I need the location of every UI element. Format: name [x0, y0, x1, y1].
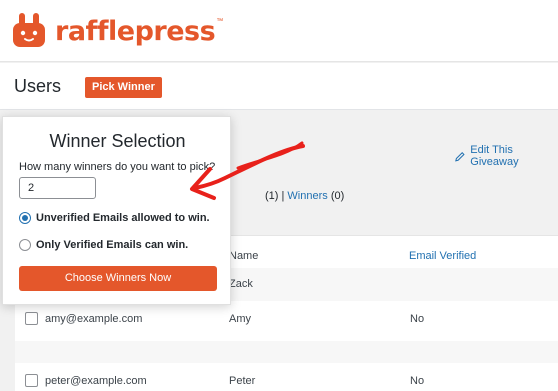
- brand-trademark: ™: [216, 18, 224, 25]
- radio-button[interactable]: [19, 239, 31, 251]
- unverified-allowed-option[interactable]: Unverified Emails allowed to win.: [19, 212, 210, 224]
- user-name: Peter: [229, 375, 256, 387]
- row-checkbox[interactable]: [25, 312, 38, 325]
- column-header-name[interactable]: Name: [229, 250, 258, 262]
- table-row: peter@example.com Peter No: [15, 363, 558, 391]
- rabbit-logo-icon: [13, 13, 45, 47]
- choose-winners-button[interactable]: Choose Winners Now: [19, 266, 217, 291]
- winners-count: (0): [330, 190, 345, 202]
- brand-name: rafflepress: [55, 15, 216, 47]
- edit-giveaway-link[interactable]: Edit This Giveaway: [455, 144, 558, 168]
- user-name: Amy: [229, 313, 251, 325]
- user-verified: No: [410, 375, 425, 387]
- page-header: Users Pick Winner: [0, 63, 558, 110]
- pick-winner-button[interactable]: Pick Winner: [85, 77, 162, 98]
- page-title: Users: [14, 76, 62, 96]
- user-email: amy@example.com: [45, 313, 143, 325]
- option-label: Only Verified Emails can win.: [36, 239, 189, 251]
- user-name: Zack: [229, 278, 253, 290]
- pencil-icon: [455, 151, 465, 161]
- row-checkbox[interactable]: [25, 374, 38, 387]
- winner-count-input[interactable]: [19, 177, 96, 199]
- user-verified: No: [410, 313, 425, 325]
- user-email: peter@example.com: [45, 375, 147, 387]
- column-header-email-verified[interactable]: Email Verified: [409, 250, 476, 262]
- verified-only-option[interactable]: Only Verified Emails can win.: [19, 239, 188, 251]
- row-separator: [15, 341, 558, 363]
- top-bar: rafflepress ™: [0, 0, 558, 62]
- rafflepress-logo[interactable]: rafflepress ™: [10, 12, 223, 50]
- option-label: Unverified Emails allowed to win.: [36, 212, 210, 224]
- table-row: amy@example.com Amy No: [15, 301, 558, 341]
- radio-button-selected[interactable]: [19, 212, 31, 224]
- red-arrow-icon: [190, 141, 305, 200]
- edit-giveaway-label: Edit This Giveaway: [470, 144, 519, 168]
